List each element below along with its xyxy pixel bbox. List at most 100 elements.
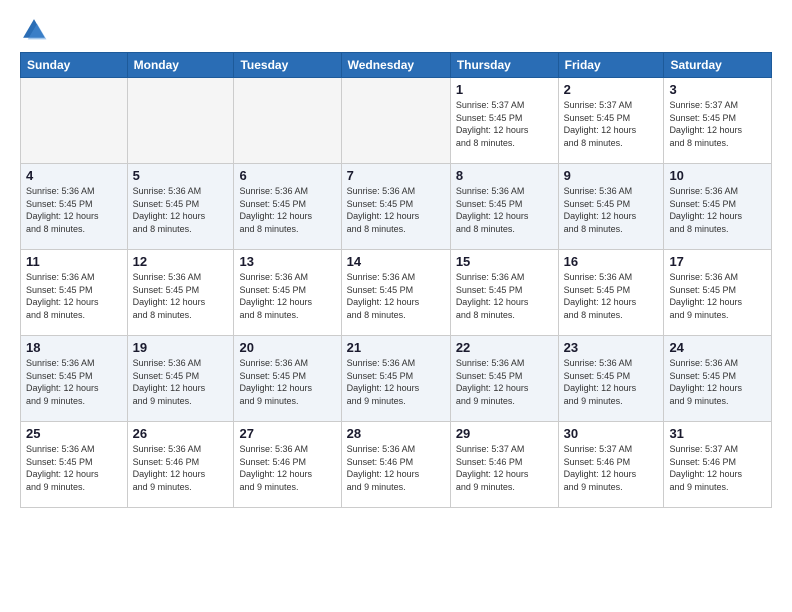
day-info: Sunrise: 5:36 AM Sunset: 5:45 PM Dayligh… bbox=[347, 271, 445, 321]
day-info: Sunrise: 5:36 AM Sunset: 5:45 PM Dayligh… bbox=[133, 185, 229, 235]
day-info: Sunrise: 5:36 AM Sunset: 5:45 PM Dayligh… bbox=[133, 271, 229, 321]
day-number: 19 bbox=[133, 340, 229, 355]
day-info: Sunrise: 5:36 AM Sunset: 5:45 PM Dayligh… bbox=[26, 443, 122, 493]
calendar-cell: 8Sunrise: 5:36 AM Sunset: 5:45 PM Daylig… bbox=[450, 164, 558, 250]
day-info: Sunrise: 5:36 AM Sunset: 5:45 PM Dayligh… bbox=[564, 271, 659, 321]
calendar-cell: 28Sunrise: 5:36 AM Sunset: 5:46 PM Dayli… bbox=[341, 422, 450, 508]
calendar-cell: 22 Sunrise: 5:36 AM Sunset: 5:45 PM Dayli… bbox=[450, 336, 558, 422]
week-row-4: 18 Sunrise: 5:36 AM Sunset: 5:45 PM Dayli… bbox=[21, 336, 772, 422]
day-info: Sunrise: 5:36 AM Sunset: 5:46 PM Dayligh… bbox=[133, 443, 229, 493]
calendar-cell bbox=[341, 78, 450, 164]
calendar-cell: 4 Sunrise: 5:36 AM Sunset: 5:45 PM Daylig… bbox=[21, 164, 128, 250]
day-number: 22 bbox=[456, 340, 553, 355]
day-number: 21 bbox=[347, 340, 445, 355]
calendar-cell: 30Sunrise: 5:37 AM Sunset: 5:46 PM Dayli… bbox=[558, 422, 664, 508]
calendar-cell: 16Sunrise: 5:36 AM Sunset: 5:45 PM Dayli… bbox=[558, 250, 664, 336]
day-number: 28 bbox=[347, 426, 445, 441]
calendar-cell: 13 Sunrise: 5:36 AM Sunset: 5:45 PM Dayli… bbox=[234, 250, 341, 336]
calendar-cell bbox=[127, 78, 234, 164]
day-info: Sunrise: 5:37 AM Sunset: 5:45 PM Dayligh… bbox=[669, 99, 766, 149]
calendar-cell: 17 Sunrise: 5:36 AM Sunset: 5:45 PM Dayli… bbox=[664, 250, 772, 336]
day-info: Sunrise: 5:36 AM Sunset: 5:45 PM Dayligh… bbox=[347, 185, 445, 235]
weekday-header-tuesday: Tuesday bbox=[234, 53, 341, 78]
day-info: Sunrise: 5:36 AM Sunset: 5:45 PM Dayligh… bbox=[669, 271, 766, 321]
day-info: Sunrise: 5:36 AM Sunset: 5:45 PM Dayligh… bbox=[239, 357, 335, 407]
logo bbox=[20, 16, 52, 44]
day-info: Sunrise: 5:36 AM Sunset: 5:45 PM Dayligh… bbox=[669, 357, 766, 407]
week-row-5: 25 Sunrise: 5:36 AM Sunset: 5:45 PM Dayli… bbox=[21, 422, 772, 508]
calendar-cell: 18 Sunrise: 5:36 AM Sunset: 5:45 PM Dayli… bbox=[21, 336, 128, 422]
day-info: Sunrise: 5:37 AM Sunset: 5:46 PM Dayligh… bbox=[456, 443, 553, 493]
day-number: 15 bbox=[456, 254, 553, 269]
calendar: SundayMondayTuesdayWednesdayThursdayFrid… bbox=[20, 52, 772, 508]
day-number: 24 bbox=[669, 340, 766, 355]
day-number: 12 bbox=[133, 254, 229, 269]
day-info: Sunrise: 5:36 AM Sunset: 5:46 PM Dayligh… bbox=[239, 443, 335, 493]
weekday-header-thursday: Thursday bbox=[450, 53, 558, 78]
day-info: Sunrise: 5:36 AM Sunset: 5:45 PM Dayligh… bbox=[456, 271, 553, 321]
day-number: 18 bbox=[26, 340, 122, 355]
day-info: Sunrise: 5:36 AM Sunset: 5:45 PM Dayligh… bbox=[133, 357, 229, 407]
calendar-cell: 9 Sunrise: 5:36 AM Sunset: 5:45 PM Daylig… bbox=[558, 164, 664, 250]
day-info: Sunrise: 5:37 AM Sunset: 5:46 PM Dayligh… bbox=[669, 443, 766, 493]
weekday-header-row: SundayMondayTuesdayWednesdayThursdayFrid… bbox=[21, 53, 772, 78]
day-number: 27 bbox=[239, 426, 335, 441]
weekday-header-sunday: Sunday bbox=[21, 53, 128, 78]
day-info: Sunrise: 5:36 AM Sunset: 5:45 PM Dayligh… bbox=[669, 185, 766, 235]
day-number: 3 bbox=[669, 82, 766, 97]
calendar-cell: 6 Sunrise: 5:36 AM Sunset: 5:45 PM Daylig… bbox=[234, 164, 341, 250]
weekday-header-wednesday: Wednesday bbox=[341, 53, 450, 78]
week-row-1: 1 Sunrise: 5:37 AM Sunset: 5:45 PM Daylig… bbox=[21, 78, 772, 164]
logo-icon bbox=[20, 16, 48, 44]
calendar-cell: 15 Sunrise: 5:36 AM Sunset: 5:45 PM Dayli… bbox=[450, 250, 558, 336]
calendar-cell: 7 Sunrise: 5:36 AM Sunset: 5:45 PM Daylig… bbox=[341, 164, 450, 250]
page: SundayMondayTuesdayWednesdayThursdayFrid… bbox=[0, 0, 792, 612]
week-row-3: 11 Sunrise: 5:36 AM Sunset: 5:45 PM Dayli… bbox=[21, 250, 772, 336]
day-number: 20 bbox=[239, 340, 335, 355]
weekday-header-saturday: Saturday bbox=[664, 53, 772, 78]
calendar-cell: 12 Sunrise: 5:36 AM Sunset: 5:45 PM Dayli… bbox=[127, 250, 234, 336]
day-info: Sunrise: 5:36 AM Sunset: 5:45 PM Dayligh… bbox=[347, 357, 445, 407]
day-info: Sunrise: 5:36 AM Sunset: 5:45 PM Dayligh… bbox=[564, 185, 659, 235]
week-row-2: 4 Sunrise: 5:36 AM Sunset: 5:45 PM Daylig… bbox=[21, 164, 772, 250]
calendar-cell: 10 Sunrise: 5:36 AM Sunset: 5:45 PM Dayli… bbox=[664, 164, 772, 250]
calendar-cell: 25 Sunrise: 5:36 AM Sunset: 5:45 PM Dayli… bbox=[21, 422, 128, 508]
day-number: 26 bbox=[133, 426, 229, 441]
day-number: 4 bbox=[26, 168, 122, 183]
day-number: 17 bbox=[669, 254, 766, 269]
day-number: 1 bbox=[456, 82, 553, 97]
day-info: Sunrise: 5:36 AM Sunset: 5:45 PM Dayligh… bbox=[456, 357, 553, 407]
calendar-cell bbox=[234, 78, 341, 164]
calendar-cell: 27 Sunrise: 5:36 AM Sunset: 5:46 PM Dayli… bbox=[234, 422, 341, 508]
day-info: Sunrise: 5:36 AM Sunset: 5:45 PM Dayligh… bbox=[239, 271, 335, 321]
day-number: 9 bbox=[564, 168, 659, 183]
day-number: 31 bbox=[669, 426, 766, 441]
calendar-cell: 24 Sunrise: 5:36 AM Sunset: 5:45 PM Dayli… bbox=[664, 336, 772, 422]
calendar-cell: 23Sunrise: 5:36 AM Sunset: 5:45 PM Dayli… bbox=[558, 336, 664, 422]
day-number: 14 bbox=[347, 254, 445, 269]
calendar-cell bbox=[21, 78, 128, 164]
day-info: Sunrise: 5:36 AM Sunset: 5:45 PM Dayligh… bbox=[239, 185, 335, 235]
day-info: Sunrise: 5:37 AM Sunset: 5:46 PM Dayligh… bbox=[564, 443, 659, 493]
calendar-cell: 19 Sunrise: 5:36 AM Sunset: 5:45 PM Dayli… bbox=[127, 336, 234, 422]
calendar-cell: 31 Sunrise: 5:37 AM Sunset: 5:46 PM Dayli… bbox=[664, 422, 772, 508]
day-number: 29 bbox=[456, 426, 553, 441]
day-number: 10 bbox=[669, 168, 766, 183]
day-number: 6 bbox=[239, 168, 335, 183]
day-number: 11 bbox=[26, 254, 122, 269]
calendar-cell: 21 Sunrise: 5:36 AM Sunset: 5:45 PM Dayli… bbox=[341, 336, 450, 422]
calendar-cell: 5 Sunrise: 5:36 AM Sunset: 5:45 PM Daylig… bbox=[127, 164, 234, 250]
weekday-header-monday: Monday bbox=[127, 53, 234, 78]
day-number: 25 bbox=[26, 426, 122, 441]
day-info: Sunrise: 5:36 AM Sunset: 5:45 PM Dayligh… bbox=[564, 357, 659, 407]
day-info: Sunrise: 5:36 AM Sunset: 5:45 PM Dayligh… bbox=[26, 271, 122, 321]
day-number: 13 bbox=[239, 254, 335, 269]
calendar-cell: 26 Sunrise: 5:36 AM Sunset: 5:46 PM Dayli… bbox=[127, 422, 234, 508]
day-number: 7 bbox=[347, 168, 445, 183]
day-info: Sunrise: 5:36 AM Sunset: 5:45 PM Dayligh… bbox=[26, 185, 122, 235]
calendar-cell: 3 Sunrise: 5:37 AM Sunset: 5:45 PM Daylig… bbox=[664, 78, 772, 164]
day-info: Sunrise: 5:36 AM Sunset: 5:45 PM Dayligh… bbox=[26, 357, 122, 407]
calendar-cell: 2Sunrise: 5:37 AM Sunset: 5:45 PM Daylig… bbox=[558, 78, 664, 164]
calendar-cell: 14 Sunrise: 5:36 AM Sunset: 5:45 PM Dayli… bbox=[341, 250, 450, 336]
day-number: 5 bbox=[133, 168, 229, 183]
